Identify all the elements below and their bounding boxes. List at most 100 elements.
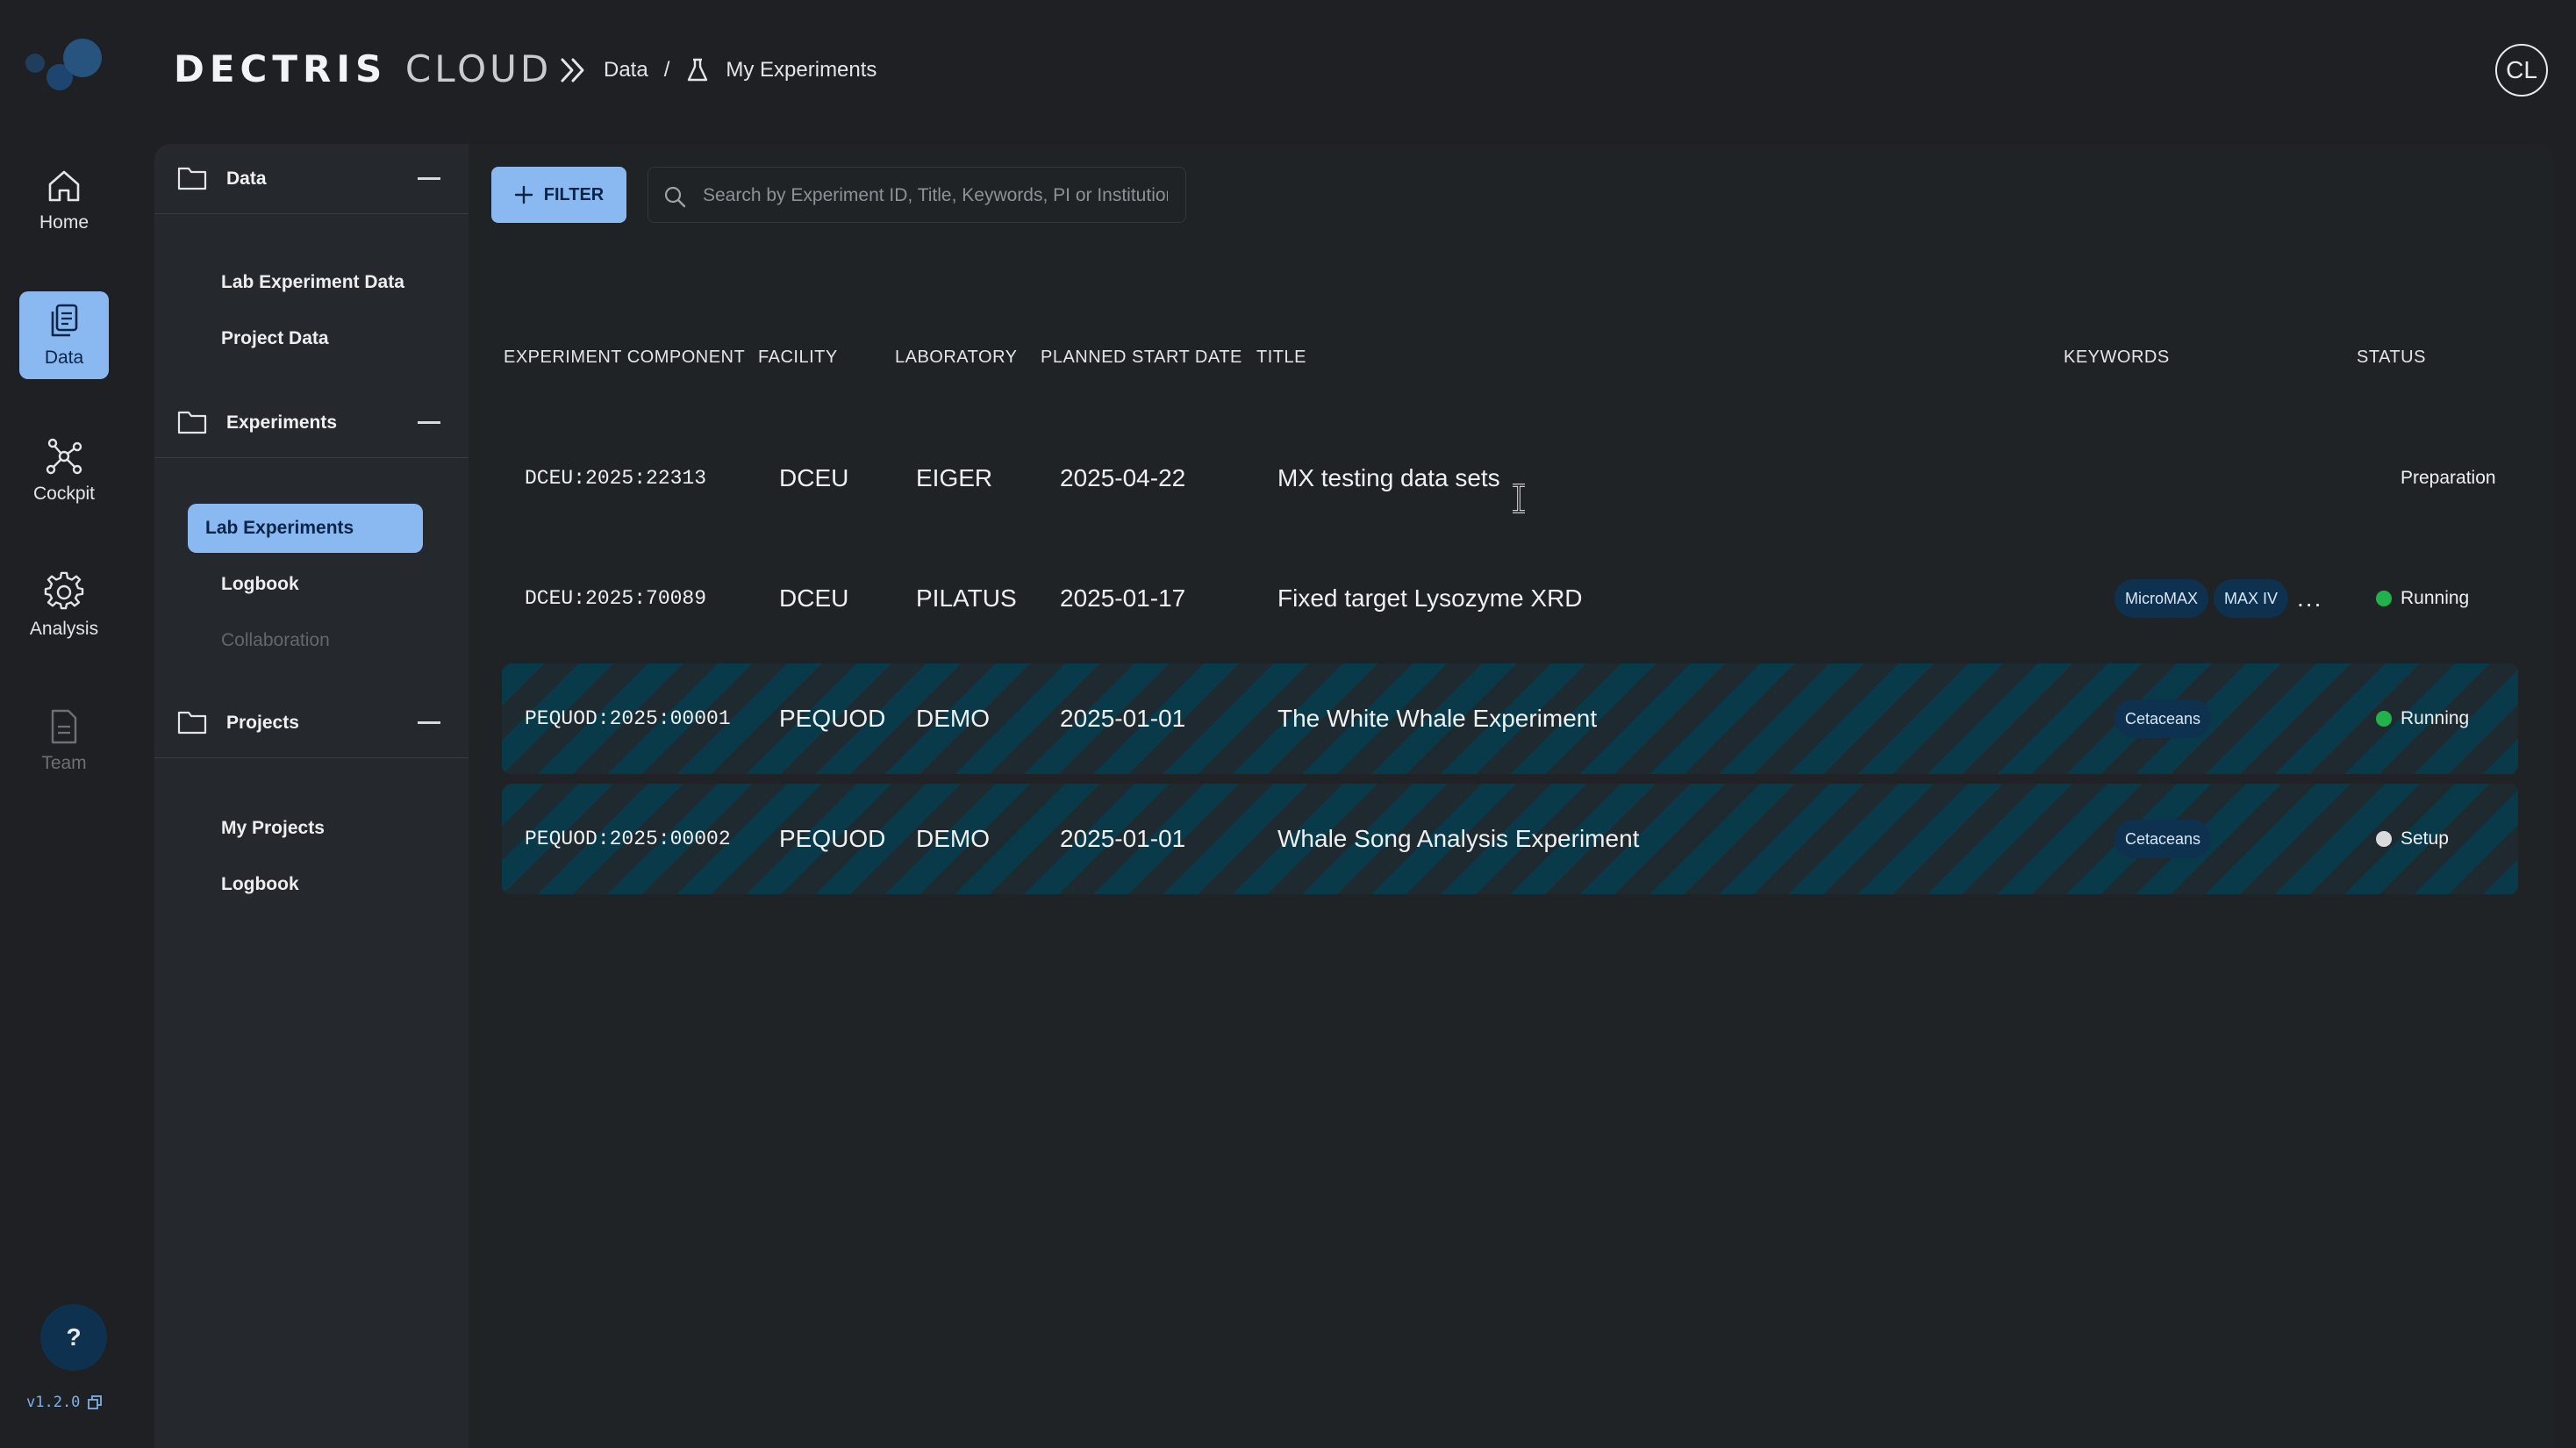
cell-start-date: 2025-01-01: [1060, 825, 1186, 852]
cell-facility: PEQUOD: [779, 825, 886, 852]
table-row[interactable]: PEQUOD:2025:00001 PEQUOD DEMO 2025-01-01…: [502, 663, 2518, 774]
cell-laboratory: EIGER: [916, 464, 993, 491]
column-header-status[interactable]: STATUS: [2357, 348, 2426, 368]
table-row[interactable]: PEQUOD:2025:00002 PEQUOD DEMO 2025-01-01…: [502, 784, 2518, 894]
dectris-logo-icon[interactable]: [23, 35, 107, 97]
brand-secondary: CLOUD: [404, 47, 553, 90]
cell-experiment-component: PEQUOD:2025:00002: [525, 828, 731, 850]
home-icon: [48, 170, 80, 202]
status-text: Running: [2401, 708, 2470, 728]
cell-laboratory: DEMO: [916, 705, 990, 732]
network-icon: [46, 438, 82, 475]
rail-item-cockpit[interactable]: Cockpit: [19, 427, 109, 514]
search-input[interactable]: [701, 180, 1170, 211]
folder-icon: [177, 411, 207, 434]
cell-start-date: 2025-01-17: [1060, 584, 1186, 612]
documents-icon: [51, 304, 78, 337]
nav-collaboration[interactable]: Collaboration: [204, 616, 439, 665]
status-text: Setup: [2401, 828, 2449, 849]
nav-experiments-logbook[interactable]: Logbook: [204, 560, 439, 609]
status-badge: Setup: [2376, 784, 2449, 894]
status-text: Preparation: [2401, 468, 2496, 488]
user-avatar[interactable]: CL: [2495, 44, 2548, 97]
nav-lab-experiments[interactable]: Lab Experiments: [188, 504, 423, 553]
version-label[interactable]: v1.2.0: [26, 1394, 103, 1411]
nav-projects-logbook[interactable]: Logbook: [204, 860, 439, 909]
breadcrumb-my-experiments[interactable]: My Experiments: [726, 58, 877, 82]
rail-item-home[interactable]: Home: [19, 156, 109, 244]
plus-icon: [514, 185, 533, 204]
section-experiments-header[interactable]: Experiments: [154, 388, 469, 458]
folder-icon: [177, 711, 207, 735]
cell-facility: PEQUOD: [779, 705, 886, 732]
table-row[interactable]: DCEU:2025:22313 DCEU EIGER 2025-04-22 MX…: [502, 423, 2518, 534]
cell-experiment-component: PEQUOD:2025:00001: [525, 707, 731, 730]
collapse-data-icon[interactable]: [418, 177, 440, 180]
rail-label-team: Team: [41, 753, 87, 773]
section-projects-title: Projects: [226, 712, 299, 733]
column-header-planned-start-date[interactable]: PLANNED START DATE: [1041, 348, 1242, 368]
cell-title: Whale Song Analysis Experiment: [1277, 825, 1640, 852]
more-keywords-icon[interactable]: ...: [2297, 584, 2322, 613]
cell-start-date: 2025-04-22: [1060, 464, 1186, 491]
section-projects-header[interactable]: Projects: [154, 688, 469, 758]
keyword-chip[interactable]: MicroMAX: [2114, 579, 2209, 618]
collapse-projects-icon[interactable]: [418, 721, 440, 724]
cell-experiment-component: DCEU:2025:22313: [525, 467, 707, 490]
breadcrumb: Data / My Experiments: [558, 53, 877, 88]
help-button[interactable]: ?: [40, 1304, 107, 1371]
main-nav-rail: Home Data Cockpit Analysis Team: [0, 144, 132, 1448]
cell-title: The White Whale Experiment: [1277, 705, 1598, 732]
gear-icon: [44, 571, 84, 610]
status-badge: Running: [2376, 543, 2469, 654]
rail-item-data[interactable]: Data: [19, 291, 109, 379]
status-text: Running: [2401, 588, 2470, 608]
cell-start-date: 2025-01-01: [1060, 705, 1186, 732]
search-box[interactable]: [648, 167, 1186, 223]
column-header-keywords[interactable]: KEYWORDS: [2064, 348, 2170, 368]
secondary-nav-panel: Data Lab Experiment Data Project Data Ex…: [154, 144, 469, 1448]
keyword-chips: Cetaceans: [2114, 663, 2212, 774]
top-bar: DECTRIS CLOUD Data / My Experiments CL: [0, 0, 2576, 144]
chevrons-right-icon: [561, 58, 584, 82]
column-header-laboratory[interactable]: LABORATORY: [895, 348, 1018, 368]
column-header-experiment-component[interactable]: EXPERIMENT COMPONENT: [504, 348, 745, 368]
section-data-header[interactable]: Data: [154, 144, 469, 214]
rail-label-cockpit: Cockpit: [32, 484, 96, 504]
rail-label-data: Data: [44, 348, 84, 368]
cell-experiment-component: DCEU:2025:70089: [525, 587, 707, 610]
rail-item-team[interactable]: Team: [19, 697, 109, 785]
rail-label-home: Home: [39, 212, 89, 233]
brand-primary: DECTRIS: [174, 47, 388, 90]
table-row[interactable]: DCEU:2025:70089 DCEU PILATUS 2025-01-17 …: [502, 543, 2518, 654]
keyword-chips: MicroMAX MAX IV ...: [2114, 543, 2322, 654]
status-dot-icon: [2376, 831, 2392, 847]
keyword-chip[interactable]: Cetaceans: [2114, 820, 2212, 858]
cell-laboratory: DEMO: [916, 825, 990, 852]
breadcrumb-data[interactable]: Data: [604, 58, 648, 82]
cell-facility: DCEU: [779, 464, 849, 491]
column-header-facility[interactable]: FACILITY: [758, 348, 838, 368]
keyword-chip[interactable]: Cetaceans: [2114, 699, 2212, 738]
breadcrumb-separator: /: [663, 58, 670, 82]
cell-facility: DCEU: [779, 584, 849, 612]
column-header-title[interactable]: TITLE: [1256, 348, 1306, 368]
section-experiments-title: Experiments: [226, 412, 338, 433]
keyword-chips: Cetaceans: [2114, 784, 2212, 894]
keyword-chip[interactable]: MAX IV: [2214, 579, 2289, 618]
section-data-title: Data: [226, 168, 267, 189]
collapse-experiments-icon[interactable]: [418, 421, 440, 424]
brand-wordmark[interactable]: DECTRIS CLOUD: [174, 47, 552, 90]
nav-my-projects[interactable]: My Projects: [204, 804, 439, 853]
status-badge: Preparation: [2401, 423, 2496, 534]
cell-laboratory: PILATUS: [916, 584, 1017, 612]
status-dot-icon: [2376, 711, 2392, 727]
nav-lab-experiment-data[interactable]: Lab Experiment Data: [204, 258, 439, 307]
rail-item-analysis[interactable]: Analysis: [19, 562, 109, 649]
filter-button[interactable]: FILTER: [491, 167, 626, 223]
version-text: v1.2.0: [26, 1394, 81, 1411]
cell-title: MX testing data sets: [1277, 464, 1500, 491]
nav-project-data[interactable]: Project Data: [204, 314, 439, 363]
status-dot-icon: [2376, 591, 2392, 606]
document-icon: [51, 709, 77, 744]
